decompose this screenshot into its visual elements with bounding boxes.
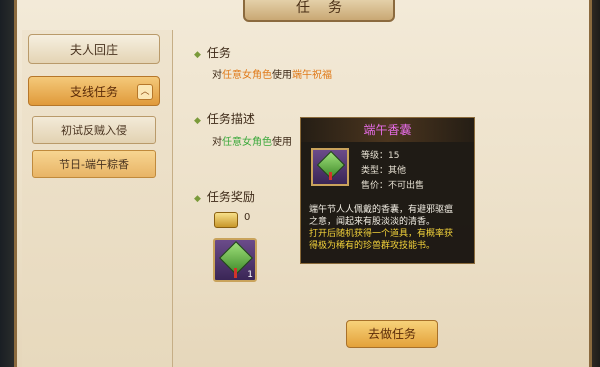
task-objective: 对任意女角色使用端午祝福: [212, 70, 332, 81]
tooltip-description: 之意，闻起来有股淡淡的清香。: [309, 217, 436, 227]
tab-furen-huizhuang[interactable]: 夫人回庄: [28, 34, 160, 64]
task-sidebar: 夫人回庄 支线任务 ︿ 初试反贼入侵 节日-端午粽香: [22, 30, 173, 367]
tooltip-item-name: 端午香囊: [301, 118, 474, 142]
rewards-heading: ◆ 任务奖励: [194, 190, 255, 204]
item-quantity: 1: [247, 270, 253, 280]
bullet-icon: ◆: [194, 194, 201, 204]
item-tooltip: 端午香囊 等级：15 类型：其他 售价：不可出售 端午节人人佩戴的香囊，有避邪驱…: [300, 117, 475, 264]
quest-label: 节日-端午粽香: [59, 158, 129, 171]
bullet-icon: ◆: [194, 116, 201, 126]
description-text: 对任意女角色使用: [212, 137, 292, 148]
do-task-button[interactable]: 去做任务: [346, 320, 438, 348]
description-heading: ◆ 任务描述: [194, 112, 255, 126]
tassel-icon: [234, 268, 237, 278]
coin-reward: 0: [214, 212, 284, 228]
chevron-up-icon[interactable]: ︿: [137, 84, 153, 100]
task-heading: ◆ 任务: [194, 46, 231, 60]
tooltip-price: 售价：不可出售: [361, 181, 425, 191]
coin-icon: [214, 212, 238, 228]
tooltip-description: 端午节人人佩戴的香囊，有避邪驱瘟: [309, 205, 454, 215]
reward-item-slot[interactable]: 1: [213, 238, 257, 282]
quest-item-dragon-boat[interactable]: 节日-端午粽香: [32, 150, 156, 178]
tab-side-quests[interactable]: 支线任务 ︿: [28, 76, 160, 106]
bullet-icon: ◆: [194, 50, 201, 60]
tab-label: 支线任务: [69, 85, 118, 99]
tab-label: 夫人回庄: [69, 43, 118, 57]
window-title: 任务: [296, 0, 360, 16]
task-target: 任意女角色: [222, 70, 272, 81]
tooltip-effect: 打开后随机获得一个道具，有概率获: [309, 229, 454, 239]
tooltip-type: 类型：其他: [361, 166, 407, 176]
tooltip-effect: 得极为稀有的珍兽群攻技能书。: [309, 241, 436, 251]
description-target: 任意女角色: [222, 137, 272, 148]
quest-item-rebel-invasion[interactable]: 初试反贼入侵: [32, 116, 156, 144]
window-title-plate: 任务: [243, 0, 395, 22]
task-item: 端午祝福: [292, 70, 332, 81]
tooltip-level: 等级：15: [361, 151, 400, 161]
tassel-icon: [329, 172, 332, 180]
quest-label: 初试反贼入侵: [61, 124, 127, 137]
coin-value: 0: [244, 212, 251, 223]
tooltip-item-icon: [311, 148, 349, 186]
